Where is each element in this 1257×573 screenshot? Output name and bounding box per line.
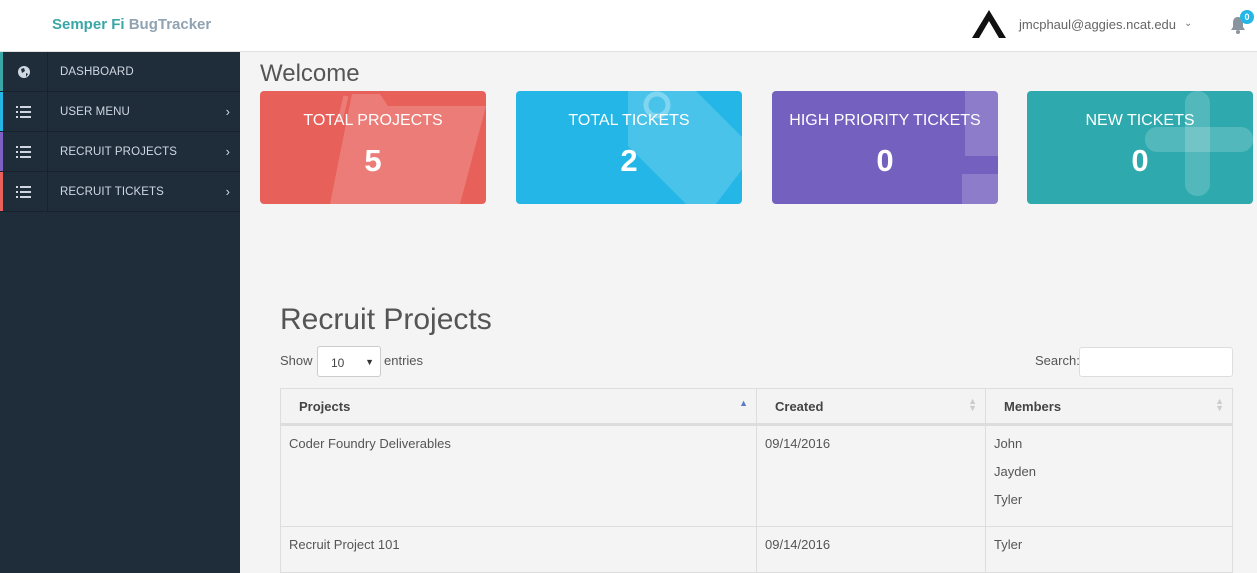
chevron-right-icon: › — [225, 104, 230, 119]
list-icon — [0, 171, 48, 212]
created-date-cell: 09/14/2016 — [757, 527, 986, 572]
chevron-down-icon[interactable]: ⌄ — [1184, 18, 1192, 29]
chevron-right-icon: › — [225, 144, 230, 159]
project-name-cell: Coder Foundry Deliverables — [281, 426, 757, 526]
page-title: Welcome — [260, 60, 360, 87]
stat-card-total-tickets[interactable]: TOTAL TICKETS 2 — [516, 91, 742, 204]
sidebar-item-recruit-tickets[interactable]: RECRUIT TICKETS › — [0, 171, 240, 212]
column-header-label: Projects — [299, 399, 351, 414]
sidebar: DASHBOARD USER MENU › RECRUIT PROJECTS ›… — [0, 51, 240, 573]
stat-card-title: TOTAL TICKETS — [568, 112, 690, 129]
sort-icon: ▲ ▼ — [1215, 396, 1224, 413]
projects-table: Projects ▲ Created ▲ ▼ Members ▲ ▼ Coder F… — [280, 388, 1233, 573]
stat-card-new-tickets[interactable]: NEW TICKETS 0 — [1027, 91, 1253, 204]
sort-icon: ▲ ▼ — [968, 396, 977, 413]
entries-select[interactable]: 10 ▼ — [317, 346, 381, 377]
stat-card-title: NEW TICKETS — [1085, 112, 1195, 129]
table-row[interactable]: Recruit Project 101 09/14/2016 Tyler — [280, 527, 1233, 573]
stat-card-value: 2 — [620, 143, 638, 178]
table-row[interactable]: Coder Foundry Deliverables 09/14/2016 Jo… — [280, 426, 1233, 527]
section-title: Recruit Projects — [280, 303, 492, 336]
entries-label: entries — [384, 353, 424, 368]
stat-card-high-priority-tickets[interactable]: HIGH PRIORITY TICKETS 0 — [772, 91, 998, 204]
table-header: Projects ▲ Created ▲ ▼ Members ▲ ▼ — [280, 388, 1233, 426]
sidebar-item-label: DASHBOARD — [60, 65, 134, 78]
member-name: Tyler — [994, 492, 1023, 507]
caret-down-icon: ▼ — [365, 357, 374, 367]
sort-ascending-icon: ▲ — [739, 398, 748, 408]
member-name: Jayden — [994, 464, 1036, 479]
globe-icon — [0, 51, 48, 92]
chevron-right-icon: › — [225, 184, 230, 199]
column-header-label: Members — [1004, 399, 1062, 414]
sidebar-item-dashboard[interactable]: DASHBOARD — [0, 51, 240, 92]
sidebar-accent — [0, 132, 3, 171]
avatar[interactable] — [970, 6, 1008, 44]
notification-badge: 0 — [1240, 10, 1254, 24]
sidebar-accent — [0, 92, 3, 131]
brand-name-part2: BugTracker — [128, 16, 212, 33]
entries-select-value: 10 — [331, 356, 345, 370]
sidebar-item-user-menu[interactable]: USER MENU › — [0, 91, 240, 132]
brand-logo[interactable]: Semper Fi BugTracker — [52, 16, 211, 33]
sidebar-accent — [0, 52, 3, 91]
column-header-created[interactable]: Created ▲ ▼ — [757, 389, 986, 424]
sidebar-item-label: RECRUIT PROJECTS — [60, 145, 178, 158]
sidebar-accent — [0, 172, 3, 211]
sidebar-item-label: RECRUIT TICKETS — [60, 185, 164, 198]
list-icon — [0, 131, 48, 172]
stat-card-value: 0 — [876, 143, 894, 178]
show-label: Show — [280, 353, 313, 368]
search-input[interactable] — [1079, 347, 1233, 377]
list-icon — [0, 91, 48, 132]
column-header-projects[interactable]: Projects ▲ — [281, 389, 757, 424]
brand-name-part1: Semper Fi — [52, 16, 125, 33]
user-email-dropdown[interactable]: jmcphaul@aggies.ncat.edu — [1019, 17, 1176, 32]
project-name-cell: Recruit Project 101 — [281, 527, 757, 572]
stat-card-title: HIGH PRIORITY TICKETS — [789, 112, 981, 129]
member-name: Tyler — [994, 537, 1023, 552]
created-date-cell: 09/14/2016 — [757, 426, 986, 526]
stat-card-value: 0 — [1131, 143, 1149, 178]
members-cell: Tyler — [986, 527, 1232, 572]
members-cell: John Jayden Tyler — [986, 426, 1232, 526]
sidebar-item-recruit-projects[interactable]: RECRUIT PROJECTS › — [0, 131, 240, 172]
column-header-label: Created — [775, 399, 824, 414]
stat-card-total-projects[interactable]: TOTAL PROJECTS 5 — [260, 91, 486, 204]
stat-card-title: TOTAL PROJECTS — [303, 112, 443, 129]
search-label: Search: — [1035, 353, 1080, 368]
column-header-members[interactable]: Members ▲ ▼ — [986, 389, 1232, 424]
member-name: John — [994, 436, 1023, 451]
top-navbar: Semper Fi BugTracker jmcphaul@aggies.nca… — [0, 0, 1257, 52]
stat-card-value: 5 — [364, 143, 382, 178]
sidebar-item-label: USER MENU — [60, 105, 130, 118]
